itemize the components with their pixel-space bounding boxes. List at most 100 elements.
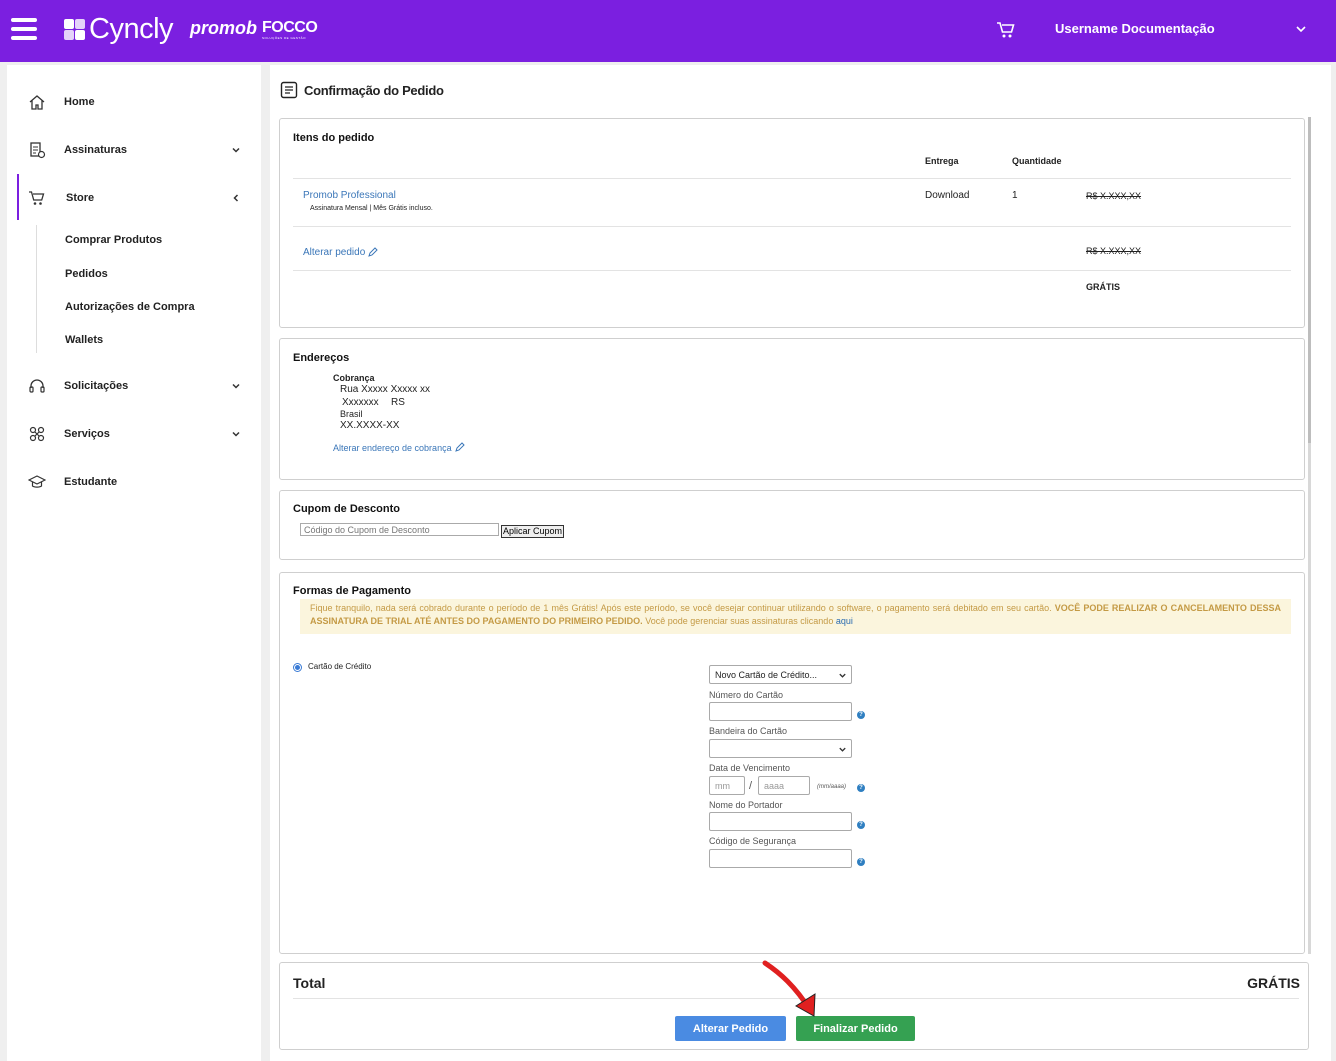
address-line-1: Rua Xxxxx Xxxxx xx [340, 384, 431, 395]
promob-logo: promob [190, 18, 257, 38]
item-delivery: Download [925, 190, 970, 201]
alter-address-text: Alterar endereço de cobrança [333, 442, 452, 453]
sidebar-subitem-autorizacoes[interactable]: Autorizações de Compra [65, 301, 195, 313]
focco-text: FOCCO [262, 19, 318, 36]
order-items-panel: Itens do pedido Entrega Quantidade Promo… [279, 118, 1305, 328]
product-description: Assinatura Mensal | Mês Grátis incluso. [310, 205, 433, 212]
headset-icon [29, 379, 45, 393]
home-icon [29, 95, 45, 110]
menu-icon[interactable] [11, 18, 37, 40]
sidebar-subitem-wallets[interactable]: Wallets [65, 334, 103, 346]
username[interactable]: Username Documentação [1055, 21, 1215, 36]
alter-order-link[interactable]: Alterar pedido [303, 247, 378, 258]
submenu-line [36, 225, 37, 353]
section-title: Cupom de Desconto [293, 503, 400, 515]
address-state: RS [391, 397, 405, 408]
address-city: Xxxxxxx [342, 397, 379, 408]
apply-coupon-button[interactable]: Aplicar Cupom [501, 525, 565, 538]
section-title: Formas de Pagamento [293, 585, 411, 597]
sidebar-item-solicitacoes[interactable]: Solicitações [7, 373, 261, 399]
page-title: Confirmação do Pedido [280, 81, 444, 99]
services-icon [29, 426, 45, 442]
sidebar-item-servicos[interactable]: Serviços [7, 421, 261, 447]
expiry-hint: (mm/aaaa) [817, 784, 847, 790]
chevron-down-icon[interactable] [1295, 23, 1307, 35]
coupon-panel: Cupom de Desconto Aplicar Cupom [279, 490, 1305, 560]
alter-address-link[interactable]: Alterar endereço de cobrança [333, 442, 465, 453]
help-icon[interactable]: ? [857, 821, 865, 829]
sidebar-subitem-comprar-produtos[interactable]: Comprar Produtos [65, 234, 162, 246]
chevron-left-icon [233, 194, 239, 202]
annotation-arrow-icon [762, 960, 816, 1017]
column-header-entrega: Entrega [925, 156, 959, 166]
cvv-input[interactable] [709, 849, 852, 868]
section-title: Itens do pedido [293, 132, 375, 144]
sidebar-item-label: Assinaturas [64, 144, 127, 156]
address-country: Brasil [340, 409, 363, 419]
graduation-cap-icon [28, 475, 46, 488]
coupon-input[interactable] [300, 523, 499, 536]
section-title: Endereços [293, 352, 350, 364]
item-quantity: 1 [1012, 190, 1018, 201]
page-title-text: Confirmação do Pedido [304, 82, 444, 98]
expiry-label: Data de Vencimento [709, 763, 791, 773]
order-total-free: GRÁTIS [1086, 282, 1121, 292]
credit-card-label: Cartão de Crédito [308, 662, 372, 671]
pencil-icon [454, 442, 465, 452]
notice-text: Fique tranquilo, nada será cobrado duran… [310, 603, 1052, 613]
chevron-down-icon [232, 431, 240, 437]
subscriptions-icon [30, 142, 46, 159]
holder-label: Nome do Portador [709, 800, 783, 810]
card-brand-select[interactable] [709, 739, 852, 758]
cart-icon[interactable] [996, 20, 1016, 40]
expiry-month-input[interactable]: mm [709, 776, 745, 795]
help-icon[interactable]: ? [857, 711, 865, 719]
billing-label: Cobrança [333, 373, 375, 383]
sidebar-item-label: Store [66, 192, 95, 204]
sidebar-subitem-pedidos[interactable]: Pedidos [65, 268, 108, 280]
trial-notice: Fique tranquilo, nada será cobrado duran… [300, 599, 1291, 634]
help-icon[interactable]: ? [857, 858, 865, 866]
sidebar-item-label: Estudante [64, 476, 118, 488]
cvv-label: Código de Segurança [709, 836, 797, 846]
chevron-down-icon [232, 383, 240, 389]
card-number-label: Número do Cartão [709, 690, 784, 700]
sidebar-item-assinaturas[interactable]: Assinaturas [7, 137, 261, 163]
scrollbar-thumb[interactable] [1308, 117, 1311, 443]
main-content: Confirmação do Pedido Itens do pedido En… [270, 65, 1331, 1061]
total-value: GRÁTIS [1247, 975, 1300, 991]
holder-input[interactable] [709, 812, 852, 831]
card-brand-label: Bandeira do Cartão [709, 726, 788, 736]
chevron-down-icon [839, 747, 846, 752]
sidebar-item-home[interactable]: Home [7, 89, 261, 115]
divider [293, 178, 1291, 179]
alter-order-text: Alterar pedido [303, 247, 366, 258]
sidebar-item-estudante[interactable]: Estudante [7, 469, 261, 495]
card-select[interactable]: Novo Cartão de Crédito... [709, 665, 852, 684]
cyncly-logo[interactable]: Cyncly [64, 13, 174, 46]
item-price: R$ X.XXX,XX [1086, 191, 1142, 201]
total-label: Total [293, 975, 326, 991]
card-number-input[interactable] [709, 702, 852, 721]
address-zip: XX.XXXX-XX [340, 420, 400, 431]
cart-icon [29, 191, 45, 205]
column-header-quantidade: Quantidade [1012, 156, 1062, 166]
help-icon[interactable]: ? [857, 784, 865, 792]
sidebar-item-store[interactable]: Store [7, 185, 261, 211]
credit-card-radio[interactable] [293, 663, 302, 672]
divider [293, 270, 1291, 271]
expiry-year-input[interactable]: aaaa [758, 776, 810, 795]
divider [293, 226, 1291, 227]
notice-tail-text: Você pode gerenciar suas assinaturas cli… [645, 616, 834, 626]
sidebar-item-label: Serviços [64, 428, 110, 440]
subtotal-price: R$ X.XXX,XX [1086, 246, 1142, 256]
product-link[interactable]: Promob Professional [303, 190, 396, 201]
card-select-value: Novo Cartão de Crédito... [715, 669, 818, 680]
cyncly-logo-mark [64, 18, 86, 41]
manage-subscriptions-link[interactable]: aqui [836, 616, 853, 626]
pencil-icon [368, 247, 378, 257]
chevron-down-icon [839, 673, 846, 678]
document-icon [280, 81, 298, 99]
sidebar-item-label: Solicitações [64, 380, 129, 392]
chevron-down-icon [232, 147, 240, 153]
